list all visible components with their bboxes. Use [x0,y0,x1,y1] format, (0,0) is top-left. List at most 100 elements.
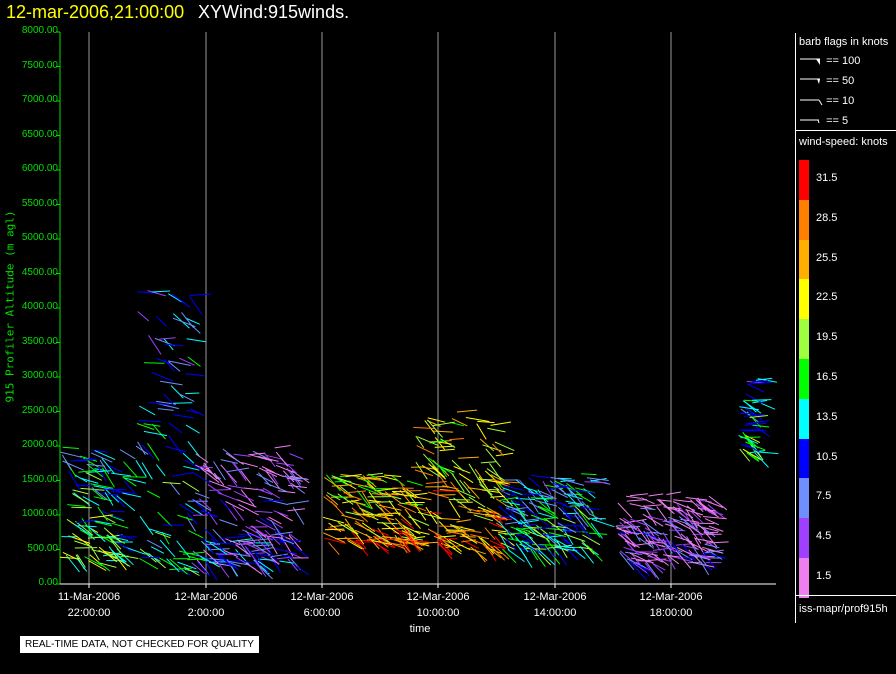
wind-barb [190,408,205,417]
wind-barb [138,419,162,423]
wind-barb [178,550,202,557]
wind-barb [67,504,86,507]
wind-barb [146,490,161,498]
wind-barb [616,525,641,528]
wind-barb [705,541,729,544]
wind-barb [168,422,183,434]
y-tick-label: 7500.00 [21,59,58,71]
wind-barb [458,505,481,513]
wind-barb [97,506,108,521]
wind-barb [561,517,576,524]
wind-barb [324,528,345,531]
wind-barb [448,500,461,518]
wind-barb [433,490,457,492]
wind-barb [674,535,693,543]
wind-barb [185,424,200,434]
wind-barb [76,519,96,524]
wind-barb [91,488,106,501]
wind-barb [171,472,194,477]
wind-barb [173,402,193,404]
barb-5-label: == 5 [826,115,849,127]
wind-barb [640,497,655,505]
wind-barb [258,495,274,501]
wind-barb [566,515,579,531]
wind-barb [61,454,72,471]
wind-barb [591,518,615,528]
wind-barb [648,493,664,497]
speed-level-label: 4.5 [816,530,832,543]
y-tick-label: 6000.00 [21,163,58,174]
barb-5-item: == 5 [799,115,848,127]
wind-barb [287,500,310,505]
wind-barb [111,472,131,477]
wind-barb [752,399,772,401]
speed-level-label: 31.5 [816,172,838,184]
wind-barb [666,491,681,495]
wind-barb [233,453,251,457]
speed-swatch [799,239,809,280]
wind-barb [273,510,289,517]
wind-barb [485,448,501,468]
wind-barb [669,522,685,541]
wind-barb [204,528,219,543]
barb-100-item: == 100 [799,55,860,67]
wind-barb [151,290,171,293]
wind-barb [185,392,200,395]
wind-barb [582,534,601,546]
wind-barb [468,547,486,555]
wind-barb [179,393,195,402]
x-tick-label: 12-Mar-2006 14:00:00 [523,591,587,619]
wind-barb [519,547,533,568]
wind-barb [586,545,603,562]
wind-barb [240,470,252,485]
wind-barb [157,511,172,527]
wind-barb [584,481,607,484]
wind-barb [160,380,183,386]
y-axis-label: 915 Profiler Altitude (m agl) [3,210,17,403]
wind-barb [434,437,445,450]
wind-barb [205,562,218,581]
wind-barb [195,464,212,473]
legend-panel: barb flags in knots == 100 == 50 == 10 =… [795,33,896,623]
wind-barb [563,533,586,542]
wind-barb [381,527,406,530]
wind-barb [416,445,435,455]
speed-swatch [799,359,809,399]
wind-barb [570,489,594,494]
wind-barb [179,357,195,366]
wind-barb [413,426,435,429]
wind-barb [274,445,291,449]
wind-barb [109,515,125,522]
wind-barb [515,479,534,494]
y-tick-label: 6500.00 [21,128,58,140]
wind-barb [635,551,658,553]
wind-barb [148,528,172,537]
wind-barb [262,487,281,499]
wind-barb [146,539,163,549]
wind-barb [224,469,238,487]
wind-barb [325,474,342,492]
wind-barb [291,562,310,576]
wind-barb [505,509,525,512]
quality-warning: REAL-TIME DATA, NOT CHECKED FOR QUALITY [19,635,260,654]
data-source-label: iss-mapr/prof915h [799,603,888,615]
wind-barb [101,493,120,496]
x-tick-label: 12-Mar-2006 18:00:00 [639,591,703,619]
wind-barb [188,529,204,539]
y-tick-label: 0.00 [38,577,58,588]
wind-barb [119,536,137,538]
wind-barb [202,510,217,518]
wind-barb [157,408,174,411]
wind-barb [555,548,568,566]
wind-barb [374,514,395,521]
y-tick-label: 7000.00 [21,94,58,105]
wind-barb [241,462,258,468]
wind-barb [673,499,693,503]
wind-barb [495,452,514,457]
wind-barb [209,489,231,491]
wind-barb [72,532,90,547]
wind-barb [261,466,275,474]
wind-barb [536,525,550,536]
speed-swatch [799,438,809,479]
wind-barb [477,478,493,481]
